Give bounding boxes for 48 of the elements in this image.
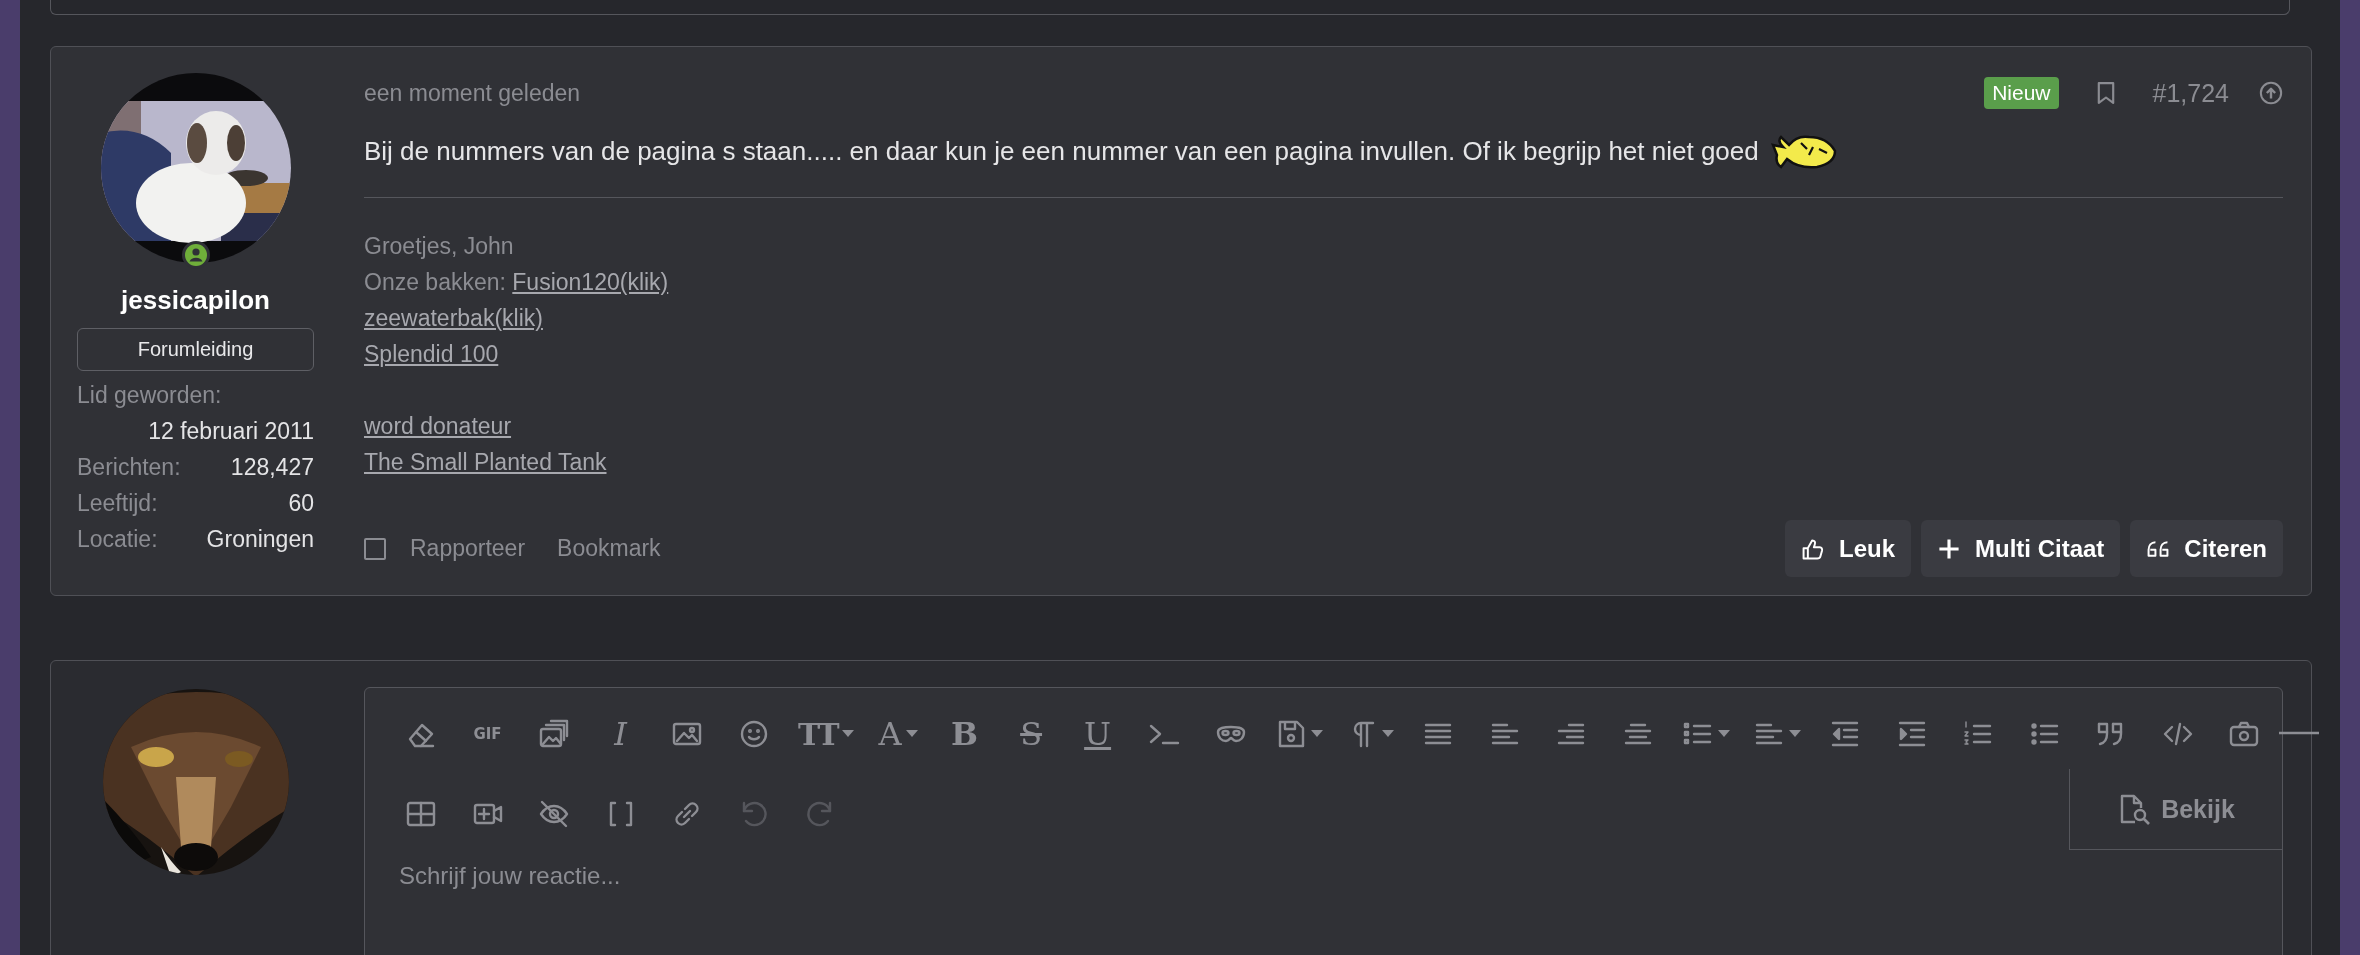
plus-icon <box>1937 536 1961 561</box>
stat-label: Berichten: <box>77 453 181 482</box>
gif-button[interactable]: GIF <box>465 712 510 756</box>
multi-quote-button[interactable]: Multi Citaat <box>1921 520 2121 577</box>
signature-line: Groetjes, John <box>364 232 515 261</box>
stat-value: Groningen <box>206 525 314 554</box>
stat-value: 12 februari 2011 <box>148 417 314 446</box>
italic-button[interactable]: I <box>598 712 643 756</box>
dash-icon[interactable] <box>2279 731 2319 735</box>
bookmark-link[interactable]: Bookmark <box>557 535 661 562</box>
bold-button[interactable]: B <box>942 712 987 756</box>
like-button[interactable]: Leuk <box>1784 520 1911 577</box>
arrow-up-circle-icon[interactable] <box>2259 81 2283 105</box>
report-link[interactable]: Rapporteer <box>410 535 526 562</box>
signature-link[interactable]: zeewaterbak(klik) <box>364 305 543 331</box>
stat-label: Leeftijd: <box>77 489 158 518</box>
checkbox[interactable] <box>364 537 386 560</box>
caret-icon <box>1381 730 1394 738</box>
underline-button[interactable]: U <box>1075 712 1120 756</box>
stat-label: Locatie: <box>77 525 158 554</box>
signature-link[interactable]: The Small Planted Tank <box>364 449 607 475</box>
stat-value: 60 <box>288 489 314 518</box>
eye-slash-icon <box>538 798 570 830</box>
stat-value: 128,427 <box>230 453 314 482</box>
quote-button[interactable]: Citeren <box>2130 520 2283 577</box>
preview-button[interactable]: Bekijk <box>2111 792 2241 826</box>
post-time: een moment geleden <box>364 79 581 107</box>
signature-link[interactable]: word donateur <box>364 413 512 439</box>
caret-icon <box>1788 730 1801 738</box>
text-color-button[interactable]: A <box>876 712 921 756</box>
caret-icon <box>1311 730 1324 738</box>
stat-label: Lid geworden: <box>77 381 223 410</box>
username[interactable]: jessicapilon <box>121 285 270 316</box>
post-number[interactable]: #1,724 <box>2152 78 2229 108</box>
bookmark-icon[interactable] <box>2096 81 2115 105</box>
new-badge: Nieuw <box>1984 77 2059 109</box>
strikethrough-button[interactable]: S <box>1009 712 1054 756</box>
role-badge: Forumleiding <box>77 328 314 371</box>
signature-link[interactable]: Splendid 100 <box>364 341 499 367</box>
signature-link[interactable]: Fusion120(klik) <box>512 269 669 295</box>
caret-icon <box>1718 730 1731 738</box>
reply-input-field[interactable]: Schrijf jouw reactie... <box>399 862 999 890</box>
text-size-button[interactable]: TT <box>798 712 854 756</box>
signature-line: Onze bakken: Fusion120(klik) <box>364 268 670 297</box>
caret-icon <box>841 730 854 738</box>
caret-icon <box>905 730 918 738</box>
gallery-icon <box>538 718 570 750</box>
post-message: Bij de nummers van de pagina s staan..... en daar kun je een nummer van een pagina invullen. Of ik begrijp het niet goed <box>364 135 1759 167</box>
